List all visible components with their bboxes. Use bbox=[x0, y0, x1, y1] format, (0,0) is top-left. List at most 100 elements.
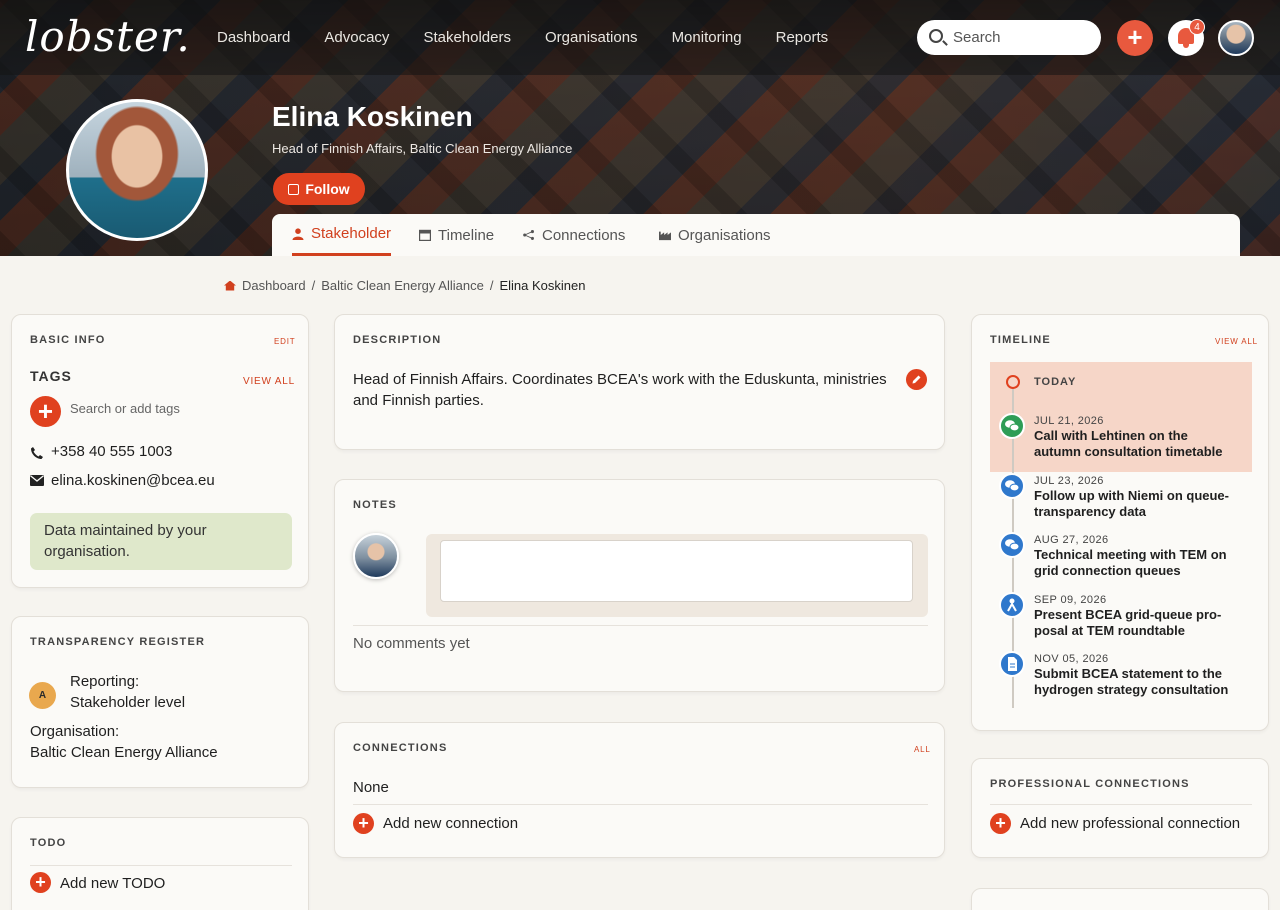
tab-connections[interactable]: Connections bbox=[523, 214, 625, 256]
notes-title: NOTES bbox=[353, 499, 397, 511]
organisation-value[interactable]: Baltic Clean Energy Alliance bbox=[30, 744, 218, 761]
timeline-item-text: Technical meeting with TEM on grid conne… bbox=[1034, 547, 1227, 578]
professional-connections-title: PROFESSIONAL CONNECTIONS bbox=[990, 778, 1190, 790]
chat-icon bbox=[999, 413, 1025, 439]
breadcrumb: Dashboard / Baltic Clean Energy Alliance… bbox=[224, 278, 585, 293]
reporting-value: Stakeholder level bbox=[70, 694, 186, 711]
add-professional-connection-icon[interactable]: + bbox=[990, 813, 1011, 834]
search-input[interactable]: Search bbox=[917, 20, 1101, 55]
calendar-icon bbox=[419, 229, 431, 241]
tab-connections-label: Connections bbox=[542, 226, 626, 244]
divider bbox=[990, 804, 1252, 805]
todo-card: TODO + Add new TODO bbox=[11, 817, 309, 910]
stakeholder-name: Elina Koskinen bbox=[272, 101, 473, 132]
connections-card: CONNECTIONS ALL None + Add new connectio… bbox=[334, 722, 945, 858]
tab-timeline[interactable]: Timeline bbox=[419, 214, 494, 256]
follow-label: Follow bbox=[305, 181, 350, 197]
note-author-avatar bbox=[353, 533, 399, 579]
tag-search-input[interactable]: Search or add tags bbox=[70, 401, 180, 416]
connections-all-link[interactable]: ALL bbox=[914, 745, 931, 754]
timeline-item-text: Follow up with Niemi on queue-transparen… bbox=[1034, 488, 1229, 519]
timeline-item-date: JUL 21, 2026 bbox=[1034, 415, 1104, 427]
email-icon bbox=[30, 475, 44, 486]
nav-reports[interactable]: Reports bbox=[776, 29, 829, 46]
breadcrumb-organisation[interactable]: Baltic Clean Energy Alliance bbox=[321, 278, 484, 293]
follow-button[interactable]: Follow bbox=[273, 173, 365, 205]
timeline-item-date: SEP 09, 2026 bbox=[1034, 594, 1107, 606]
nav-stakeholders[interactable]: Stakeholders bbox=[423, 29, 511, 46]
user-avatar[interactable] bbox=[1218, 20, 1254, 56]
additional-card bbox=[971, 888, 1269, 910]
tab-stakeholder-label: Stakeholder bbox=[311, 225, 392, 242]
timeline-item-text: Submit BCEA statement to the hydrogen st… bbox=[1034, 666, 1229, 697]
add-todo-button[interactable]: Add new TODO bbox=[60, 875, 165, 892]
search-placeholder: Search bbox=[953, 29, 1001, 46]
person-icon bbox=[292, 227, 304, 240]
timeline-item-text: Call with Lehtinen on the autumn consult… bbox=[1034, 428, 1223, 459]
home-icon bbox=[224, 280, 236, 291]
description-text: Head of Finnish Affairs. Coordinates BCE… bbox=[353, 371, 887, 409]
timeline-item-date: AUG 27, 2026 bbox=[1034, 534, 1109, 546]
reporting-label: Reporting: bbox=[70, 673, 140, 690]
connections-value: None bbox=[353, 779, 389, 796]
bookmark-icon bbox=[288, 183, 300, 195]
timeline-title: TIMELINE bbox=[990, 334, 1051, 346]
add-connection-button[interactable]: Add new connection bbox=[383, 815, 518, 832]
chat-icon bbox=[999, 473, 1025, 499]
factory-icon bbox=[659, 231, 671, 241]
tags-view-all-link[interactable]: VIEW ALL bbox=[243, 376, 295, 387]
phone-icon bbox=[31, 447, 43, 459]
tab-timeline-label: Timeline bbox=[438, 226, 495, 244]
breadcrumb-dashboard[interactable]: Dashboard bbox=[242, 278, 306, 293]
divider bbox=[30, 865, 292, 866]
nav-organisations[interactable]: Organisations bbox=[545, 29, 638, 46]
transparency-title: TRANSPARENCY REGISTER bbox=[30, 636, 206, 648]
network-icon bbox=[523, 230, 534, 240]
brand-logo[interactable]: lobster. bbox=[25, 12, 191, 61]
add-connection-icon[interactable]: + bbox=[353, 813, 374, 834]
today-label: TODAY bbox=[1034, 376, 1077, 388]
notification-count-badge: 4 bbox=[1189, 19, 1205, 35]
pencil-icon bbox=[912, 375, 921, 384]
edit-description-button[interactable] bbox=[906, 369, 927, 390]
create-new-button[interactable]: + bbox=[1117, 20, 1153, 56]
data-maintained-notice: Data maintained by your organisation. bbox=[30, 513, 292, 570]
phone-number[interactable]: +358 40 555 1003 bbox=[51, 443, 172, 460]
tab-organisations-label: Organisations bbox=[678, 226, 771, 244]
top-navigation-bar: lobster. Dashboard Advocacy Stakeholders… bbox=[0, 0, 1280, 75]
note-composer bbox=[426, 534, 928, 617]
divider bbox=[353, 625, 928, 626]
email-address[interactable]: elina.koskinen@bcea.eu bbox=[51, 472, 215, 489]
divider bbox=[353, 804, 928, 805]
search-icon bbox=[929, 29, 943, 43]
connections-title: CONNECTIONS bbox=[353, 742, 448, 754]
document-icon bbox=[999, 651, 1025, 677]
basic-info-card: BASIC INFO EDIT TAGS VIEW ALL + Search o… bbox=[11, 314, 309, 588]
tab-stakeholder[interactable]: Stakeholder bbox=[292, 214, 392, 256]
add-professional-connection-button[interactable]: Add new professional connection bbox=[1020, 815, 1240, 832]
notes-card: NOTES No comments yet bbox=[334, 479, 945, 692]
breadcrumb-separator: / bbox=[489, 278, 494, 293]
stakeholder-photo bbox=[66, 99, 208, 241]
tab-organisations[interactable]: Organisations bbox=[659, 214, 771, 256]
no-comments-text: No comments yet bbox=[353, 635, 470, 652]
professional-connections-card: PROFESSIONAL CONNECTIONS + Add new profe… bbox=[971, 758, 1269, 858]
nav-dashboard[interactable]: Dashboard bbox=[217, 29, 290, 46]
description-title: DESCRIPTION bbox=[353, 334, 442, 346]
breadcrumb-current: Elina Koskinen bbox=[499, 278, 586, 293]
timeline-item-date: JUL 23, 2026 bbox=[1034, 475, 1104, 487]
timeline-item-date: NOV 05, 2026 bbox=[1034, 653, 1109, 665]
timeline-view-all-link[interactable]: VIEW ALL bbox=[1215, 337, 1258, 346]
nav-advocacy[interactable]: Advocacy bbox=[324, 29, 389, 46]
register-icon: A bbox=[29, 682, 56, 709]
tags-title: TAGS bbox=[30, 368, 72, 384]
basic-info-edit-link[interactable]: EDIT bbox=[274, 337, 295, 346]
add-tag-button[interactable]: + bbox=[30, 396, 61, 427]
note-input[interactable] bbox=[440, 540, 913, 602]
add-todo-icon[interactable]: + bbox=[30, 872, 51, 893]
nav-monitoring[interactable]: Monitoring bbox=[672, 29, 742, 46]
transparency-register-card: TRANSPARENCY REGISTER A Reporting: Stake… bbox=[11, 616, 309, 788]
description-card: DESCRIPTION Head of Finnish Affairs. Coo… bbox=[334, 314, 945, 450]
chat-icon bbox=[999, 532, 1025, 558]
organisation-label: Organisation: bbox=[30, 723, 120, 740]
